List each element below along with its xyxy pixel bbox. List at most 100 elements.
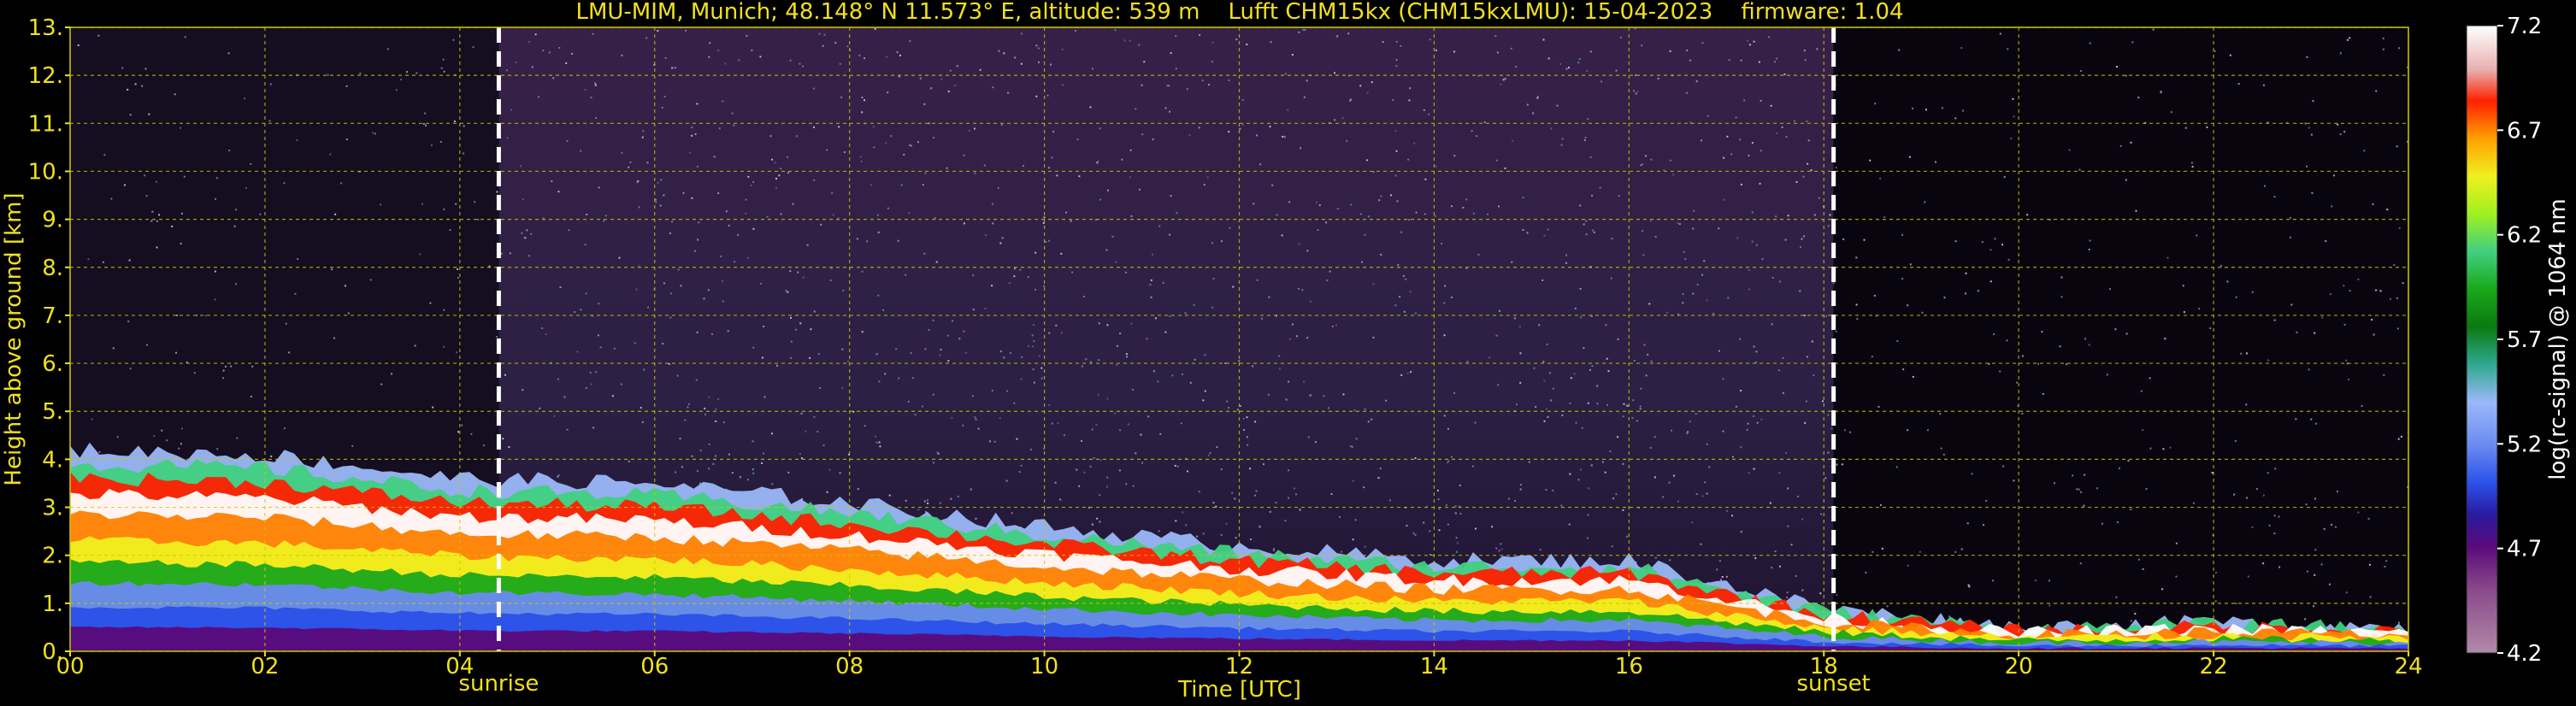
noise-speck: [2233, 493, 2236, 496]
noise-speck: [1188, 134, 1191, 137]
noise-speck: [227, 52, 230, 55]
noise-speck: [1799, 290, 1801, 292]
noise-speck: [294, 292, 297, 295]
noise-speck: [2160, 91, 2162, 94]
noise-speck: [761, 462, 763, 464]
noise-speck: [2182, 285, 2184, 287]
noise-speck: [1043, 447, 1046, 450]
noise-speck: [766, 215, 769, 218]
noise-speck: [975, 418, 977, 421]
noise-speck: [924, 348, 927, 350]
noise-speck: [1519, 381, 1522, 384]
noise-speck: [715, 455, 716, 457]
noise-speck: [553, 415, 556, 417]
noise-speck: [259, 213, 262, 215]
noise-speck: [910, 144, 912, 147]
noise-speck: [813, 126, 815, 128]
x-tick-label: 14: [1420, 654, 1448, 680]
noise-speck: [2382, 38, 2384, 39]
noise-speck: [1471, 465, 1474, 468]
noise-speck: [2397, 621, 2400, 624]
noise-speck: [1703, 260, 1706, 262]
noise-speck: [1225, 522, 1228, 525]
noise-speck: [1967, 584, 1970, 586]
noise-speck: [204, 315, 207, 317]
noise-speck: [1736, 237, 1739, 239]
noise-speck: [939, 354, 941, 356]
noise-speck: [1669, 559, 1671, 562]
noise-speck: [1649, 447, 1652, 449]
noise-speck: [2349, 290, 2351, 292]
noise-speck: [679, 438, 681, 440]
noise-speck: [1542, 38, 1545, 41]
noise-speck: [1366, 91, 1369, 94]
noise-speck: [1941, 107, 1943, 109]
noise-speck: [141, 85, 144, 87]
noise-speck: [443, 345, 445, 348]
noise-speck: [158, 214, 161, 216]
noise-speck: [1500, 83, 1502, 85]
noise-speck: [359, 73, 362, 74]
noise-speck: [1076, 138, 1079, 141]
y-tick-label: 5.: [42, 399, 63, 425]
noise-speck: [2183, 311, 2185, 314]
noise-speck: [2127, 460, 2130, 462]
noise-speck: [1609, 450, 1612, 453]
noise-speck: [1390, 194, 1392, 197]
noise-speck: [1657, 78, 1659, 79]
noise-speck: [669, 232, 671, 234]
noise-speck: [1511, 261, 1513, 263]
noise-speck: [2314, 574, 2316, 576]
noise-speck: [340, 182, 343, 185]
noise-speck: [1138, 44, 1141, 46]
noise-speck: [1046, 94, 1049, 97]
noise-speck: [657, 30, 659, 32]
noise-speck: [1844, 429, 1846, 432]
noise-speck: [879, 445, 881, 448]
noise-speck: [1291, 323, 1294, 326]
noise-speck: [1091, 523, 1093, 526]
noise-speck: [787, 172, 790, 174]
noise-speck: [900, 184, 903, 186]
noise-speck: [598, 186, 600, 189]
noise-speck: [2398, 227, 2401, 229]
noise-speck: [896, 51, 899, 54]
noise-speck: [1781, 126, 1783, 128]
noise-speck: [2149, 377, 2151, 379]
noise-speck: [1692, 227, 1695, 230]
noise-speck: [709, 42, 711, 44]
noise-speck: [1162, 282, 1164, 284]
noise-speck: [1396, 200, 1399, 203]
noise-speck: [841, 387, 844, 389]
noise-speck: [1869, 159, 1872, 162]
noise-speck: [1654, 236, 1657, 238]
noise-speck: [2343, 323, 2346, 326]
noise-speck: [1443, 302, 1446, 304]
noise-speck: [2145, 488, 2148, 490]
noise-speck: [2164, 338, 2166, 340]
noise-speck: [775, 186, 777, 189]
y-tick-label: 4.: [42, 447, 63, 473]
noise-speck: [984, 308, 987, 310]
noise-speck: [580, 309, 582, 311]
noise-speck: [1474, 421, 1477, 424]
noise-speck: [1164, 331, 1167, 333]
noise-speck: [504, 374, 506, 376]
noise-speck: [245, 186, 247, 189]
noise-speck: [897, 239, 899, 242]
noise-speck: [2106, 374, 2108, 376]
noise-speck: [327, 74, 329, 76]
noise-speck: [251, 365, 254, 368]
noise-speck: [2264, 185, 2266, 187]
noise-speck: [1701, 495, 1704, 497]
noise-speck: [2396, 297, 2398, 299]
noise-speck: [1989, 280, 1992, 283]
noise-speck: [776, 364, 778, 367]
noise-speck: [691, 455, 693, 457]
noise-speck: [1722, 430, 1724, 432]
noise-speck: [1872, 550, 1874, 553]
noise-speck: [1363, 486, 1365, 489]
noise-speck: [842, 289, 845, 291]
noise-speck: [422, 123, 425, 125]
noise-speck: [1228, 79, 1230, 81]
